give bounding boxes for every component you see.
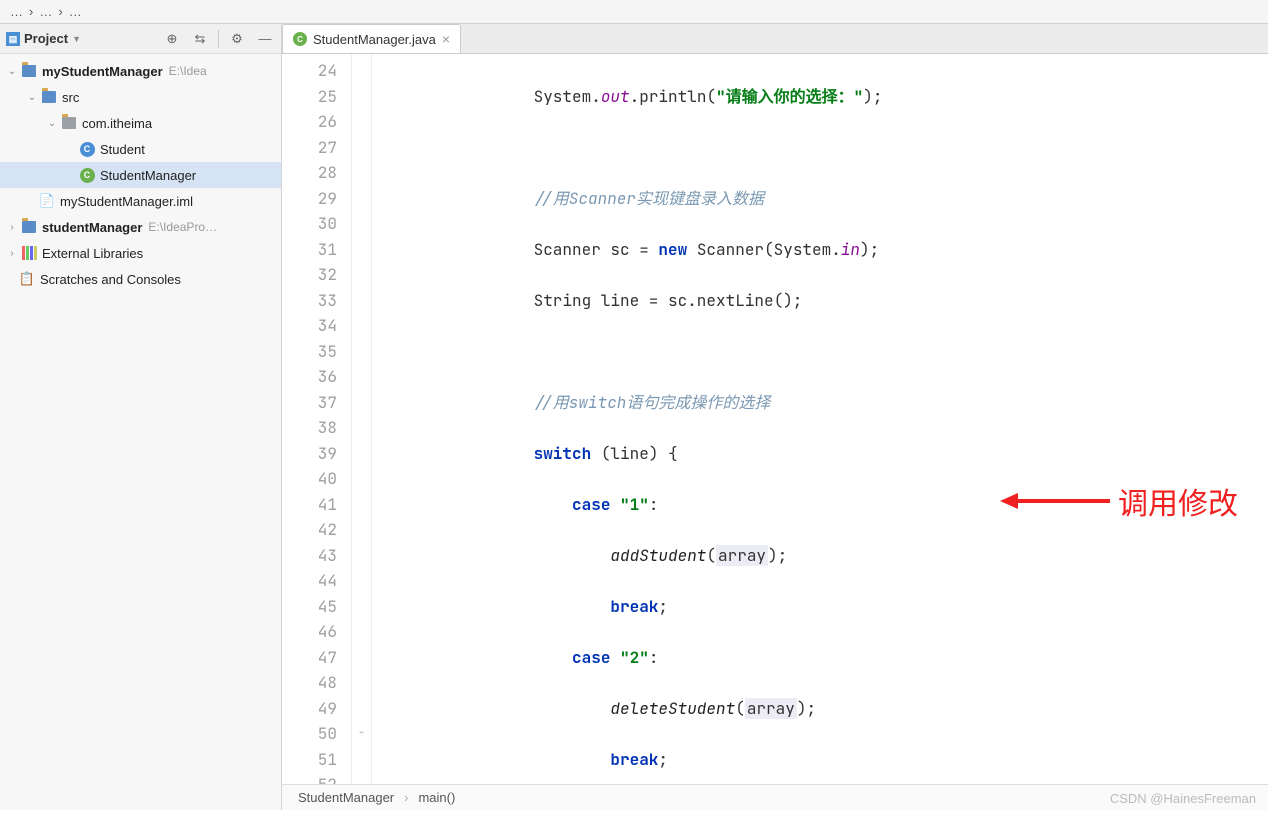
editor-tabs: C StudentManager.java × xyxy=(282,24,1268,54)
tree-root[interactable]: ⌄myStudentManagerE:\Idea xyxy=(0,58,281,84)
editor-breadcrumb: StudentManager › main() CSDN @HainesFree… xyxy=(282,784,1268,810)
locate-icon[interactable]: ⊕ xyxy=(162,29,182,49)
watermark: CSDN @HainesFreeman xyxy=(1110,791,1256,806)
tree-iml[interactable]: 📄myStudentManager.iml xyxy=(0,188,281,214)
tree-src[interactable]: ⌄src xyxy=(0,84,281,110)
expand-icon[interactable]: ⇆ xyxy=(190,29,210,49)
line-gutter: 2425262728293031323334353637383940414243… xyxy=(282,54,352,784)
tree-proj2[interactable]: ›studentManagerE:\IdeaPro… xyxy=(0,214,281,240)
tree-scratches[interactable]: 📋Scratches and Consoles xyxy=(0,266,281,292)
tree-student[interactable]: CStudent xyxy=(0,136,281,162)
settings-icon[interactable]: ⚙ xyxy=(227,29,247,49)
tree-studentmanager[interactable]: CStudentManager xyxy=(0,162,281,188)
close-icon[interactable]: × xyxy=(442,31,450,47)
project-tree: ⌄myStudentManagerE:\Idea ⌄src ⌄com.ithei… xyxy=(0,54,281,296)
bc-class[interactable]: StudentManager xyxy=(298,790,394,805)
tab-label: StudentManager.java xyxy=(313,32,436,47)
project-title[interactable]: ▤ Project ▼ xyxy=(6,31,154,46)
code-content[interactable]: System.out.println("请输入你的选择："); //用Scann… xyxy=(372,54,1050,784)
code-editor[interactable]: 2425262728293031323334353637383940414243… xyxy=(282,54,1268,784)
editor-panel: C StudentManager.java × 2425262728293031… xyxy=(282,24,1268,810)
tab-studentmanager[interactable]: C StudentManager.java × xyxy=(282,24,461,53)
fold-gutter: ⌃⊕ xyxy=(352,54,372,784)
path-breadcrumb: …›…›… xyxy=(0,0,1268,24)
tree-package[interactable]: ⌄com.itheima xyxy=(0,110,281,136)
project-sidebar: ▤ Project ▼ ⊕ ⇆ ⚙ — ⌄myStudentManagerE:\… xyxy=(0,24,282,810)
bc-method[interactable]: main() xyxy=(418,790,455,805)
hide-icon[interactable]: — xyxy=(255,29,275,49)
tree-extlib[interactable]: ›External Libraries xyxy=(0,240,281,266)
sidebar-header: ▤ Project ▼ ⊕ ⇆ ⚙ — xyxy=(0,24,281,54)
